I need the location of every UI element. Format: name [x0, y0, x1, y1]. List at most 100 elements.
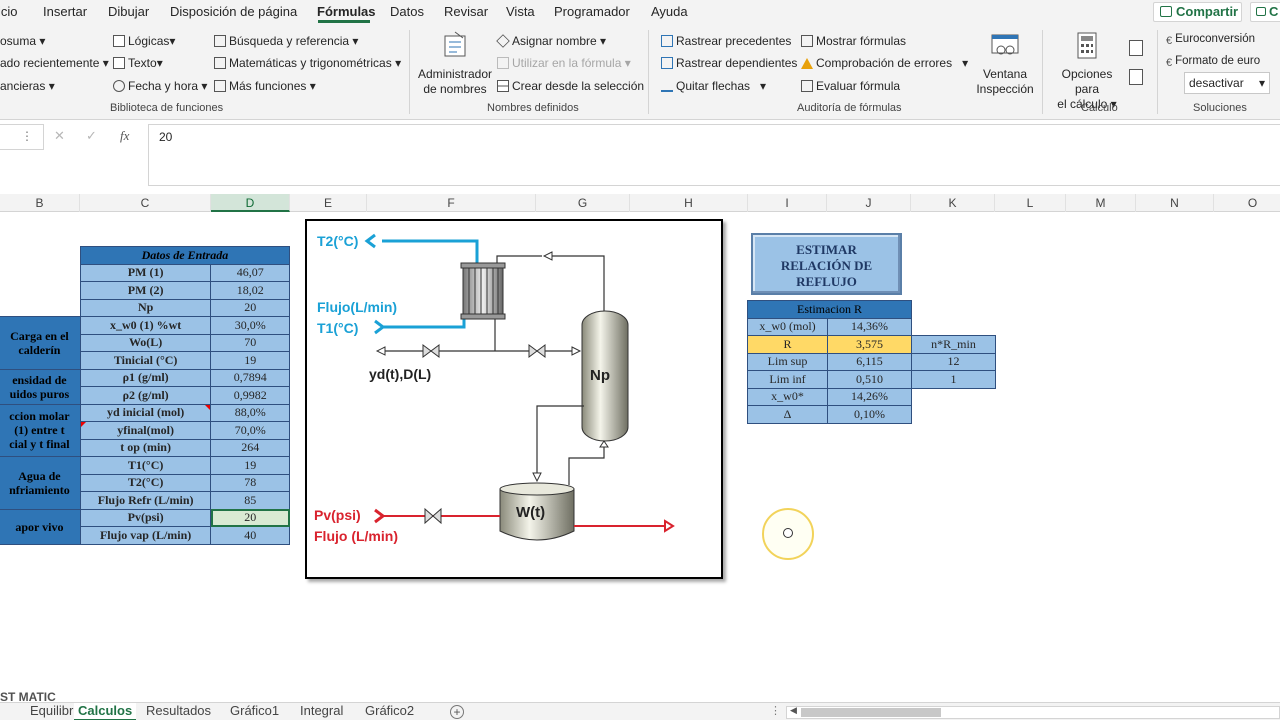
param-value[interactable]: 19: [210, 456, 290, 475]
group-label-cooling-water[interactable]: Agua de nfriamiento: [0, 456, 81, 510]
column-header-m[interactable]: M: [1066, 194, 1136, 212]
menu-disposicion[interactable]: Disposición de página: [170, 4, 297, 19]
param-label[interactable]: Pv(psi): [79, 508, 212, 527]
nr-min-label[interactable]: n*R_min: [911, 335, 996, 354]
add-sheet-icon[interactable]: +: [450, 705, 464, 719]
evaluate-formula-button[interactable]: Evaluar fórmula: [801, 79, 900, 93]
estimation-value[interactable]: 14,36%: [827, 317, 912, 336]
scroll-left-icon[interactable]: ◀: [790, 705, 797, 716]
confirm-icon[interactable]: ✓: [86, 128, 97, 144]
param-value[interactable]: 70,0%: [210, 421, 290, 440]
more-tabs-icon[interactable]: ⋮: [770, 704, 781, 717]
selected-cell-d[interactable]: 20: [210, 508, 290, 527]
group-label-density[interactable]: ensidad de uidos puros: [0, 368, 81, 405]
menu-insertar[interactable]: Insertar: [43, 4, 87, 19]
param-label[interactable]: t op (min): [79, 438, 212, 457]
comments-button[interactable]: C: [1250, 2, 1280, 22]
use-in-formula-button[interactable]: Utilizar en la fórmula ▾: [497, 56, 631, 70]
name-box-dropdown[interactable]: ⋮: [0, 124, 44, 150]
param-label[interactable]: Flujo Refr (L/min): [79, 491, 212, 510]
column-header-c[interactable]: C: [80, 194, 211, 212]
recent-functions-button[interactable]: ado recientemente ▾: [0, 56, 109, 70]
param-label[interactable]: PM (2): [79, 281, 212, 300]
nr-min-value[interactable]: 1: [911, 370, 996, 389]
watch-window-button[interactable]: Ventana Inspección: [975, 32, 1035, 97]
param-label[interactable]: ρ2 (g/ml): [79, 386, 212, 405]
formula-input[interactable]: 20: [148, 124, 1280, 186]
param-value[interactable]: 20: [210, 298, 290, 317]
column-header-l[interactable]: L: [995, 194, 1066, 212]
trace-dependents-button[interactable]: Rastrear dependientes: [661, 56, 797, 70]
insert-function-icon[interactable]: fx: [120, 128, 129, 144]
estimation-value[interactable]: 6,115: [827, 352, 912, 371]
param-value[interactable]: 70: [210, 333, 290, 352]
sheet-tab-resultados[interactable]: Resultados: [142, 703, 215, 720]
column-header-g[interactable]: G: [536, 194, 630, 212]
sheet-tab-integral[interactable]: Integral: [296, 703, 347, 720]
param-value[interactable]: 88,0%: [210, 403, 290, 422]
param-label[interactable]: T2(°C): [79, 473, 212, 492]
math-functions-button[interactable]: Matemáticas y trigonométricas ▾: [214, 56, 401, 70]
error-checking-button[interactable]: Comprobación de errores ▾: [801, 56, 968, 70]
datetime-functions-button[interactable]: Fecha y hora ▾: [113, 79, 207, 93]
param-label[interactable]: Flujo vap (L/min): [79, 526, 212, 545]
estimation-value[interactable]: 0,510: [827, 370, 912, 389]
estimation-label[interactable]: Δ: [747, 405, 828, 424]
euro-format-button[interactable]: € Formato de euro: [1166, 54, 1260, 69]
remove-arrows-button[interactable]: Quitar flechas ▾: [661, 79, 766, 93]
menu-programador[interactable]: Programador: [554, 4, 630, 19]
cancel-icon[interactable]: ✕: [54, 128, 65, 144]
param-label[interactable]: ρ1 (g/ml): [79, 368, 212, 387]
estimation-label[interactable]: x_w0 (mol): [747, 317, 828, 336]
autosum-button[interactable]: osuma ▾: [0, 34, 45, 48]
column-header-f[interactable]: F: [367, 194, 536, 212]
define-name-button[interactable]: Asignar nombre ▾: [496, 34, 606, 48]
financial-functions-button[interactable]: ancieras ▾: [0, 79, 55, 93]
menu-revisar[interactable]: Revisar: [444, 4, 488, 19]
menu-ayuda[interactable]: Ayuda: [651, 4, 688, 19]
show-formulas-button[interactable]: Mostrar fórmulas: [801, 34, 906, 48]
create-from-selection-button[interactable]: Crear desde la selección: [497, 79, 644, 93]
param-value[interactable]: 30,0%: [210, 316, 290, 335]
param-label[interactable]: PM (1): [79, 263, 212, 282]
param-value[interactable]: 0,9982: [210, 386, 290, 405]
param-value[interactable]: 19: [210, 351, 290, 370]
param-label[interactable]: x_w0 (1) %wt: [79, 316, 212, 335]
calculate-now-icon[interactable]: [1129, 40, 1143, 56]
estimation-value[interactable]: 0,10%: [827, 405, 912, 424]
menu-inicio[interactable]: icio: [0, 4, 18, 19]
param-value[interactable]: 40: [210, 526, 290, 545]
estimation-label[interactable]: R: [747, 335, 828, 354]
param-label[interactable]: yfinal(mol): [79, 421, 212, 440]
logical-functions-button[interactable]: Lógicas▾: [113, 34, 175, 48]
more-functions-button[interactable]: Más funciones ▾: [214, 79, 316, 93]
estimation-label[interactable]: Lim sup: [747, 352, 828, 371]
estimation-label[interactable]: x_w0*: [747, 387, 828, 406]
param-value[interactable]: 78: [210, 473, 290, 492]
param-value[interactable]: 264: [210, 438, 290, 457]
param-value[interactable]: 18,02: [210, 281, 290, 300]
menu-dibujar[interactable]: Dibujar: [108, 4, 149, 19]
sheet-tab-calculos[interactable]: Calculos: [74, 703, 137, 720]
menu-vista[interactable]: Vista: [506, 4, 535, 19]
sheet-tab-grafico2[interactable]: Gráfico2: [361, 703, 418, 720]
process-diagram[interactable]: T2(°C) Flujo(L/min) T1(°C) yd(t),D(L) Np…: [305, 219, 723, 579]
group-label-molar-fraction[interactable]: ccion molar (1) entre t cial y t final: [0, 403, 81, 457]
column-header-o[interactable]: O: [1214, 194, 1280, 212]
param-value[interactable]: 0,7894: [210, 368, 290, 387]
column-header-n[interactable]: N: [1136, 194, 1214, 212]
menu-formulas[interactable]: Fórmulas: [317, 4, 376, 19]
estimate-reflux-button[interactable]: ESTIMAR RELACIÓN DE REFLUJO: [751, 233, 902, 295]
reflux-ratio-value[interactable]: 3,575: [827, 335, 912, 354]
column-header-k[interactable]: K: [911, 194, 995, 212]
column-header-d[interactable]: D: [211, 194, 290, 212]
calculate-sheet-icon[interactable]: [1129, 69, 1143, 85]
column-header-j[interactable]: J: [827, 194, 911, 212]
column-header-h[interactable]: H: [630, 194, 748, 212]
group-label-steam[interactable]: apor vivo: [0, 508, 81, 545]
param-label[interactable]: yd inicial (mol): [79, 403, 212, 422]
estimation-value[interactable]: 14,26%: [827, 387, 912, 406]
scrollbar-thumb[interactable]: [801, 708, 941, 717]
share-button[interactable]: Compartir: [1153, 2, 1242, 22]
group-label-charge[interactable]: Carga en el calderín: [0, 316, 81, 370]
